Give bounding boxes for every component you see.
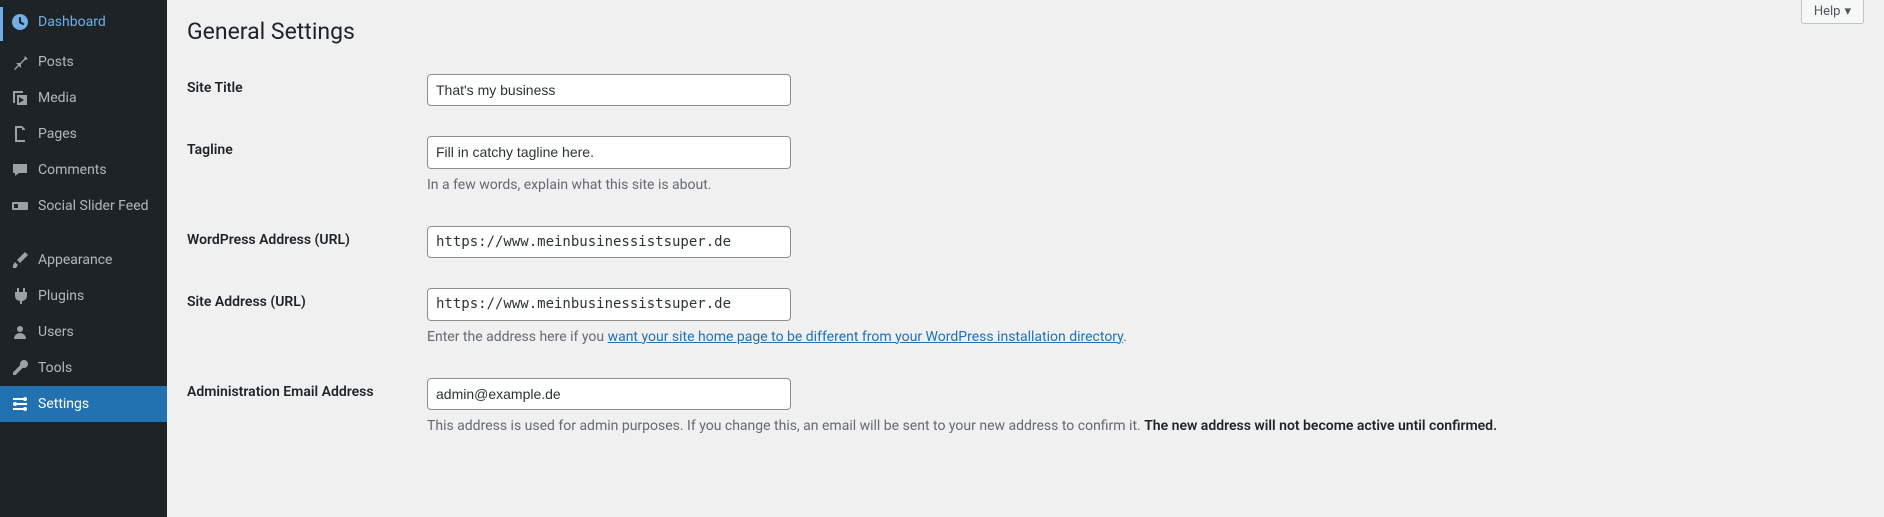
admin-email-input[interactable]	[427, 378, 791, 410]
sidebar-item-posts[interactable]: Posts	[0, 44, 167, 80]
sidebar-item-social-slider[interactable]: Social Slider Feed	[0, 188, 167, 224]
settings-form-table: Site Title Tagline In a few words, expla…	[187, 59, 1864, 452]
sidebar-item-label: Comments	[38, 161, 107, 179]
admin-sidebar: Dashboard Posts Media Pages Comments Soc…	[0, 0, 167, 517]
user-icon	[10, 322, 30, 342]
sidebar-item-label: Dashboard	[38, 13, 106, 31]
brush-icon	[10, 250, 30, 270]
sidebar-item-appearance[interactable]: Appearance	[0, 242, 167, 278]
sidebar-item-label: Pages	[38, 125, 77, 143]
sidebar-item-dashboard[interactable]: Dashboard	[0, 7, 167, 44]
help-tab[interactable]: Help ▾	[1801, 0, 1864, 24]
admin-email-label: Administration Email Address	[187, 363, 417, 452]
slider-icon	[10, 196, 30, 216]
comments-icon	[10, 160, 30, 180]
sidebar-item-label: Settings	[38, 395, 89, 413]
sidebar-item-tools[interactable]: Tools	[0, 350, 167, 386]
site-address-help-link[interactable]: want your site home page to be different…	[608, 329, 1124, 345]
pin-icon	[10, 52, 30, 72]
site-title-input[interactable]	[427, 74, 791, 106]
tagline-input[interactable]	[427, 136, 791, 168]
settings-icon	[10, 394, 30, 414]
sidebar-item-comments[interactable]: Comments	[0, 152, 167, 188]
chevron-down-icon: ▾	[1844, 4, 1851, 19]
tagline-label: Tagline	[187, 121, 417, 210]
sidebar-item-label: Appearance	[38, 251, 112, 269]
page-title: General Settings	[187, 0, 1864, 59]
site-address-description: Enter the address here if you want your …	[427, 327, 1854, 348]
sidebar-item-users[interactable]: Users	[0, 314, 167, 350]
wp-address-label: WordPress Address (URL)	[187, 211, 417, 273]
pages-icon	[10, 124, 30, 144]
sidebar-item-pages[interactable]: Pages	[0, 116, 167, 152]
sidebar-item-settings[interactable]: Settings	[0, 386, 167, 422]
sidebar-item-label: Social Slider Feed	[38, 197, 149, 215]
sidebar-item-label: Posts	[38, 53, 74, 71]
site-title-label: Site Title	[187, 59, 417, 121]
site-address-label: Site Address (URL)	[187, 273, 417, 362]
sidebar-item-label: Media	[38, 89, 77, 107]
wp-address-input[interactable]	[427, 226, 791, 258]
sidebar-separator	[0, 224, 167, 242]
site-address-input[interactable]	[427, 288, 791, 320]
sidebar-item-label: Tools	[38, 359, 72, 377]
sidebar-item-plugins[interactable]: Plugins	[0, 278, 167, 314]
main-content: Help ▾ General Settings Site Title Tagli…	[167, 0, 1884, 517]
tagline-description: In a few words, explain what this site i…	[427, 175, 1854, 196]
help-tab-label: Help	[1814, 4, 1841, 19]
admin-email-description: This address is used for admin purposes.…	[427, 416, 1854, 437]
dashboard-icon	[10, 12, 30, 32]
media-icon	[10, 88, 30, 108]
wrench-icon	[10, 358, 30, 378]
plug-icon	[10, 286, 30, 306]
sidebar-item-label: Users	[38, 323, 74, 341]
sidebar-item-media[interactable]: Media	[0, 80, 167, 116]
sidebar-item-label: Plugins	[38, 287, 84, 305]
